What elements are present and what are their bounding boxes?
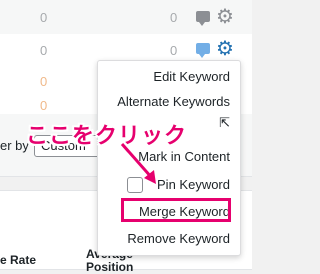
row-count-a: 0 <box>40 43 48 58</box>
gear-icon[interactable]: ⚙ <box>216 7 234 27</box>
menu-item-alternate-keywords[interactable]: Alternate Keywords <box>117 94 230 109</box>
table-row <box>0 0 252 35</box>
row-count-b: 0 <box>170 10 178 25</box>
row-count-a: 0 <box>40 10 48 25</box>
menu-item-remove-keyword[interactable]: Remove Keyword <box>127 231 230 246</box>
annotation-arrow <box>120 143 156 184</box>
row-count-b: 0 <box>170 43 178 58</box>
comment-icon[interactable] <box>196 11 210 26</box>
gear-icon[interactable]: ⚙ <box>216 39 234 59</box>
menu-item-edit-keyword[interactable]: Edit Keyword <box>153 69 230 84</box>
row-count-a: 0 <box>40 74 48 89</box>
comment-icon[interactable] <box>196 43 210 58</box>
merge-keyword-highlight <box>121 198 231 222</box>
filter-label: er by <box>0 138 29 153</box>
row-count-a: 0 <box>40 98 48 113</box>
external-link-icon[interactable]: ⇱ <box>219 115 230 131</box>
column-header-rate[interactable]: e Rate <box>0 254 36 267</box>
